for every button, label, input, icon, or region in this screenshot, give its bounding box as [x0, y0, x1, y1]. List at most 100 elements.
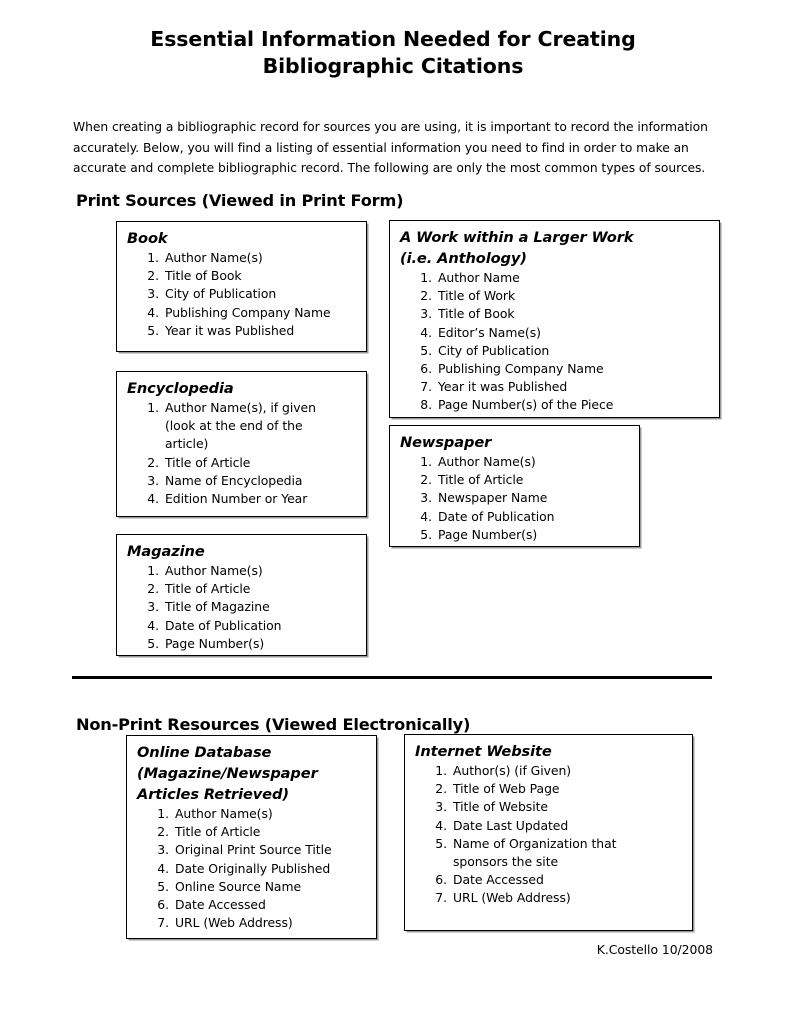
list-item-text: Editor’s Name(s) — [438, 324, 541, 340]
list-item-text: Name of Encyclopedia — [165, 472, 303, 488]
list-item: Title of Magazine — [143, 598, 358, 616]
list-item: Title of Article — [153, 823, 368, 841]
box-newspaper-list: Author Name(s) Title of Article Newspape… — [400, 453, 631, 544]
page-title-line-2: Bibliographic Citations — [262, 54, 524, 78]
box-work-within-larger-work-title: A Work within a Larger Work (i.e. Anthol… — [400, 227, 711, 269]
list-item-text: Author Name(s) — [165, 563, 263, 578]
list-item: Title of Article — [143, 580, 358, 598]
list-item: Author(s) (if Given) — [431, 762, 684, 780]
section-divider — [72, 676, 712, 679]
list-item-text: Title of Work — [438, 288, 516, 304]
box-book-title: Book — [127, 230, 168, 247]
list-item-text: Publishing Company Name — [438, 361, 604, 377]
box-title-line-2: (i.e. Anthology) — [400, 250, 527, 267]
list-item: Page Number(s) — [416, 526, 631, 544]
list-item: Title of Website — [431, 798, 684, 816]
list-item-continuation: sponsors the site — [453, 854, 559, 870]
list-item: City of Publication — [143, 285, 358, 303]
list-item-continuation: (look at the end of the — [165, 418, 303, 434]
list-item-text: Year it was Published — [438, 379, 568, 395]
list-item: Original Print Source Title — [153, 841, 368, 859]
box-title-line-3: Articles Retrieved) — [137, 786, 289, 803]
list-item-text: Author Name(s) — [165, 250, 263, 265]
list-item: Author Name(s) — [153, 805, 368, 823]
list-item: Date of Publication — [416, 508, 631, 526]
box-encyclopedia-list: Author Name(s), if given (look at the en… — [127, 399, 358, 508]
box-work-within-larger-work: A Work within a Larger Work (i.e. Anthol… — [389, 220, 720, 418]
list-item: Title of Web Page — [431, 780, 684, 798]
list-item-text: Author Name — [438, 270, 520, 285]
list-item: Title of Work — [416, 287, 711, 305]
page-title: Essential Information Needed for Creatin… — [73, 26, 713, 80]
list-item: Online Source Name — [153, 878, 368, 896]
list-item-text: Title of Website — [453, 799, 548, 815]
box-magazine: Magazine Author Name(s) Title of Article… — [116, 534, 367, 656]
list-item-text: Date Accessed — [175, 897, 266, 913]
list-item-text: Title of Book — [165, 268, 242, 284]
list-item: Date Last Updated — [431, 817, 684, 835]
list-item: Name of Encyclopedia — [143, 472, 358, 490]
box-encyclopedia: Encyclopedia Author Name(s), if given (l… — [116, 371, 367, 517]
box-newspaper: Newspaper Author Name(s) Title of Articl… — [389, 425, 640, 547]
list-item: Newspaper Name — [416, 489, 631, 507]
list-item-text: Title of Book — [438, 306, 515, 322]
list-item-text: Edition Number or Year — [165, 491, 308, 507]
list-item-text: Name of Organization that — [453, 835, 617, 851]
list-item-text: Date of Publication — [165, 617, 282, 633]
list-item-text: Page Number(s) of the Piece — [438, 397, 614, 413]
list-item: Publishing Company Name — [143, 304, 358, 322]
list-item-text: Title of Magazine — [165, 599, 270, 615]
list-item-text: Title of Article — [165, 454, 251, 470]
box-book: Book Author Name(s) Title of Book City o… — [116, 221, 367, 352]
list-item-text: Date Originally Published — [175, 860, 331, 876]
list-item-text: Title of Web Page — [453, 781, 560, 797]
section-heading-non-print-resources: Non-Print Resources (Viewed Electronical… — [76, 715, 471, 735]
list-item: City of Publication — [416, 342, 711, 360]
document-page: Essential Information Needed for Creatin… — [0, 0, 791, 1024]
list-item-text: URL (Web Address) — [175, 915, 293, 931]
list-item: Page Number(s) — [143, 635, 358, 653]
list-item-text: Date Last Updated — [453, 817, 569, 833]
list-item: Editor’s Name(s) — [416, 324, 711, 342]
list-item-text: Date Accessed — [453, 872, 544, 888]
list-item: Page Number(s) of the Piece — [416, 396, 711, 414]
list-item: Author Name — [416, 269, 711, 287]
list-item: Name of Organization that sponsors the s… — [431, 835, 684, 871]
box-title-line-1: A Work within a Larger Work — [400, 229, 634, 246]
list-item: Title of Book — [143, 267, 358, 285]
list-item: Date Accessed — [153, 896, 368, 914]
list-item-text: Date of Publication — [438, 508, 555, 524]
box-book-list: Author Name(s) Title of Book City of Pub… — [127, 249, 358, 340]
box-newspaper-title: Newspaper — [400, 434, 492, 451]
list-item-text: URL (Web Address) — [453, 890, 571, 906]
list-item-text: Original Print Source Title — [175, 842, 332, 858]
intro-paragraph: When creating a bibliographic record for… — [73, 120, 708, 176]
list-item-text: Title of Article — [175, 824, 261, 840]
list-item: Title of Article — [416, 471, 631, 489]
list-item: Date Originally Published — [153, 860, 368, 878]
list-item-text: City of Publication — [438, 342, 550, 358]
list-item-text: Page Number(s) — [165, 635, 265, 651]
box-magazine-title: Magazine — [127, 543, 205, 560]
list-item: Date Accessed — [431, 871, 684, 889]
list-item: Year it was Published — [143, 322, 358, 340]
list-item: Year it was Published — [416, 378, 711, 396]
list-item-text: Author Name(s) — [175, 806, 273, 821]
list-item-text: Online Source Name — [175, 878, 302, 894]
list-item-continuation: article) — [165, 436, 209, 452]
list-item: Date of Publication — [143, 617, 358, 635]
list-item: Title of Book — [416, 305, 711, 323]
list-item-text: Title of Article — [438, 472, 524, 488]
list-item: Author Name(s) — [143, 249, 358, 267]
list-item-text: Title of Article — [165, 581, 251, 597]
box-internet-website-title: Internet Website — [415, 743, 552, 760]
box-internet-website: Internet Website Author(s) (if Given) Ti… — [404, 734, 693, 931]
list-item-text: Publishing Company Name — [165, 304, 331, 320]
list-item: Author Name(s) — [143, 562, 358, 580]
list-item-text: Year it was Published — [165, 322, 295, 338]
list-item-text: Page Number(s) — [438, 526, 538, 542]
list-item: URL (Web Address) — [153, 914, 368, 932]
list-item: Author Name(s) — [416, 453, 631, 471]
list-item: Edition Number or Year — [143, 490, 358, 508]
list-item-text: City of Publication — [165, 286, 277, 302]
